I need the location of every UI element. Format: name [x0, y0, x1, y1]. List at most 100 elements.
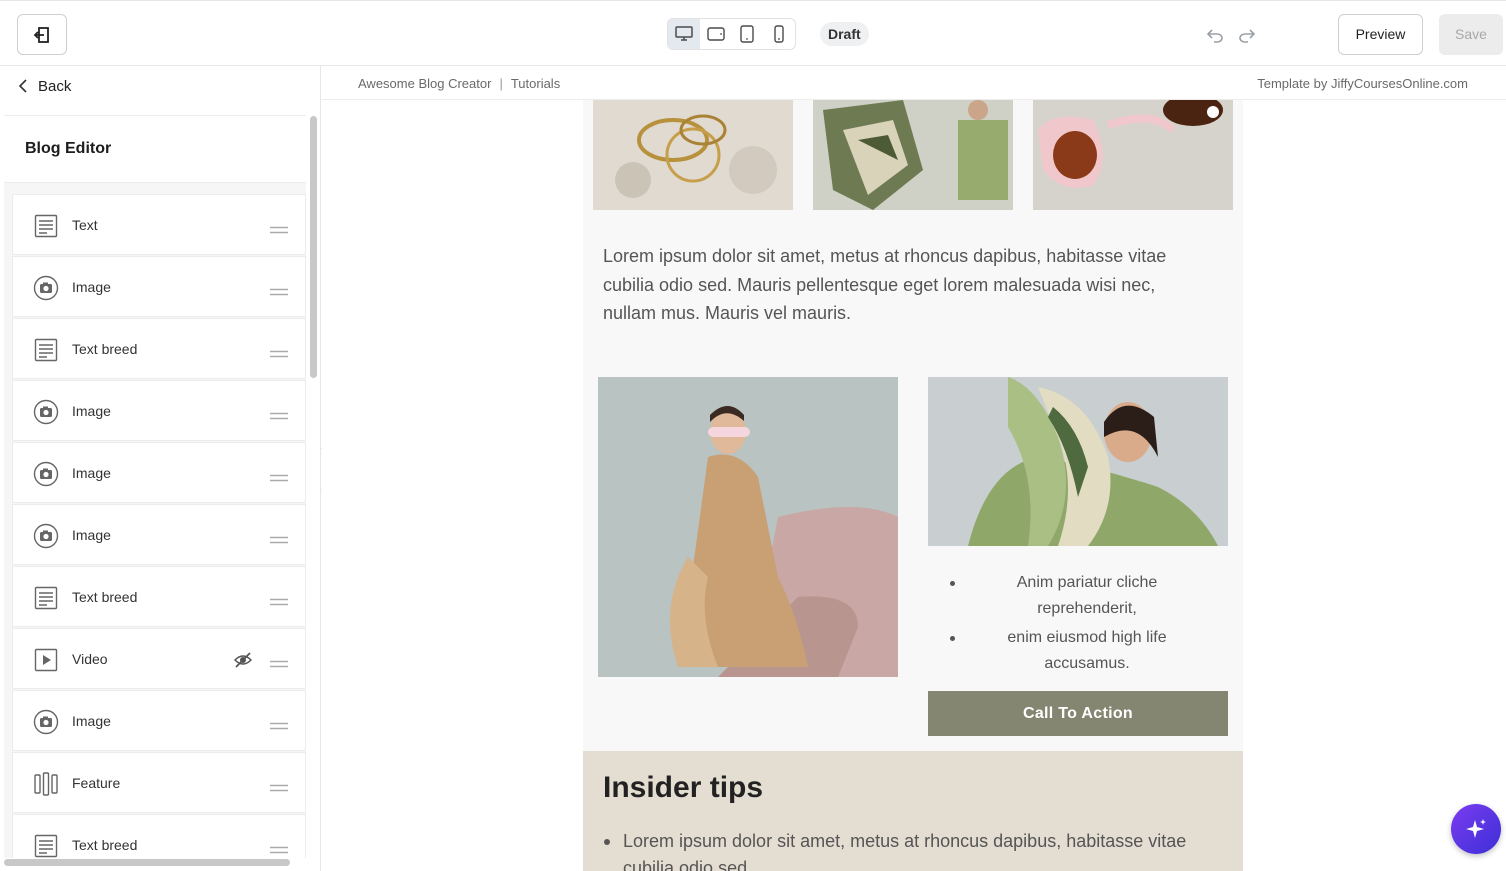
block-item[interactable]: Image — [12, 256, 306, 317]
block-item[interactable]: Image — [12, 504, 306, 565]
bullet-icon — [950, 581, 955, 586]
call-to-action-button[interactable]: Call To Action — [928, 691, 1228, 736]
camera-icon — [33, 275, 59, 301]
drag-handle-icon[interactable] — [270, 655, 288, 668]
text-block-icon — [33, 213, 59, 239]
section-heading[interactable]: Insider tips — [603, 771, 763, 805]
drag-handle-icon[interactable] — [270, 779, 288, 792]
block-label: Text breed — [72, 589, 138, 605]
sunglasses-image[interactable] — [1033, 100, 1233, 210]
tablet-portrait-view-button[interactable] — [732, 19, 764, 49]
tablet-landscape-icon — [706, 27, 725, 41]
camera-icon — [33, 461, 59, 487]
exit-icon — [33, 26, 49, 43]
text-block-icon — [33, 833, 59, 858]
block-label: Text — [72, 217, 98, 233]
redo-icon — [1239, 29, 1256, 43]
canvas-header: Awesome Blog Creator | Tutorials Templat… — [322, 66, 1506, 100]
block-item[interactable]: Text — [12, 194, 306, 255]
trench-coat-photo — [598, 377, 898, 677]
block-label: Feature — [72, 775, 121, 791]
breadcrumb-item[interactable]: Awesome Blog Creator — [358, 76, 491, 91]
block-item[interactable]: Text breed — [12, 318, 306, 379]
device-switcher — [667, 18, 796, 50]
drag-handle-icon[interactable] — [270, 717, 288, 730]
scarf-image[interactable] — [813, 100, 1013, 210]
block-item[interactable]: Image — [12, 380, 306, 441]
video-icon — [33, 647, 59, 673]
undo-icon — [1206, 29, 1223, 43]
list-item[interactable]: enim eiusmod high life accusamus. — [928, 625, 1228, 676]
block-list: Text Image Text breed Image Image Image Text b… — [4, 183, 306, 858]
bullet-icon — [950, 636, 955, 641]
list-item[interactable]: Anim pariatur cliche reprehenderit, — [928, 570, 1228, 621]
tablet-portrait-icon — [740, 25, 755, 43]
block-item[interactable]: Text breed — [12, 566, 306, 627]
sparkle-icon — [1466, 819, 1486, 838]
drag-handle-icon[interactable] — [270, 593, 288, 606]
undo-button[interactable] — [1205, 25, 1225, 45]
drag-handle-icon[interactable] — [270, 841, 288, 854]
drag-handle-icon[interactable] — [270, 531, 288, 544]
preview-button[interactable]: Preview — [1338, 14, 1423, 55]
drag-handle-icon[interactable] — [270, 407, 288, 420]
drag-handle-icon[interactable] — [270, 469, 288, 482]
block-item[interactable]: Image — [12, 690, 306, 751]
back-label: Back — [38, 77, 72, 95]
sidebar-vertical-scrollbar[interactable] — [310, 116, 317, 378]
feature-bullets: Anim pariatur cliche reprehenderit, enim… — [928, 570, 1228, 680]
block-label: Text breed — [72, 837, 138, 853]
drag-handle-icon[interactable] — [270, 221, 288, 234]
camera-icon — [33, 523, 59, 549]
list-item-text: Lorem ipsum dolor sit amet, metus at rho… — [623, 831, 1187, 871]
sidebar: Back Blog Editor Text Image Text breed Imag… — [0, 66, 321, 871]
breadcrumb-item[interactable]: Tutorials — [511, 76, 560, 91]
drag-handle-icon[interactable] — [270, 283, 288, 296]
block-item[interactable]: Text breed — [12, 814, 306, 858]
block-label: Image — [72, 527, 111, 543]
drag-handle-icon[interactable] — [270, 345, 288, 358]
columns-icon — [33, 771, 59, 797]
block-label: Image — [72, 465, 111, 481]
mobile-view-button[interactable] — [763, 19, 795, 49]
list-item[interactable]: Lorem ipsum dolor sit amet, metus at rho… — [604, 828, 1203, 871]
desktop-view-button[interactable] — [668, 19, 700, 49]
breadcrumb-separator: | — [499, 76, 503, 91]
block-item[interactable]: Feature — [12, 752, 306, 813]
bullet-icon — [604, 839, 610, 845]
camera-icon — [33, 399, 59, 425]
save-button[interactable]: Save — [1439, 14, 1503, 55]
scarf-photo — [813, 100, 1013, 210]
sunglasses-photo — [1033, 100, 1233, 210]
tablet-landscape-view-button[interactable] — [700, 19, 732, 49]
breadcrumb: Awesome Blog Creator | Tutorials — [358, 76, 560, 91]
text-block-icon — [33, 337, 59, 363]
camera-icon — [33, 709, 59, 735]
top-toolbar: Draft Preview Save — [0, 0, 1506, 66]
block-label: Image — [72, 279, 111, 295]
ai-assistant-button[interactable] — [1451, 804, 1501, 854]
back-link[interactable]: Back — [18, 76, 71, 96]
green-outfit-image[interactable] — [928, 377, 1228, 546]
block-item[interactable]: Image — [12, 442, 306, 503]
status-badge: Draft — [820, 22, 869, 46]
block-label: Image — [72, 713, 111, 729]
sidebar-horizontal-scrollbar[interactable] — [4, 859, 290, 866]
redo-button[interactable] — [1237, 25, 1257, 45]
rings-image[interactable] — [593, 100, 793, 210]
blog-page: Lorem ipsum dolor sit amet, metus at rho… — [583, 100, 1243, 871]
block-label: Video — [72, 651, 108, 667]
exit-editor-button[interactable] — [17, 14, 67, 55]
trench-coat-image[interactable] — [598, 377, 898, 677]
green-outfit-photo — [928, 377, 1228, 546]
desktop-icon — [675, 26, 693, 41]
editor-canvas: Awesome Blog Creator | Tutorials Templat… — [322, 66, 1506, 871]
rings-photo — [593, 100, 793, 210]
eye-off-icon[interactable] — [233, 650, 253, 670]
text-block-icon — [33, 585, 59, 611]
block-label: Image — [72, 403, 111, 419]
mobile-icon — [774, 25, 784, 43]
body-paragraph[interactable]: Lorem ipsum dolor sit amet, metus at rho… — [603, 242, 1213, 328]
block-item[interactable]: Video — [12, 628, 306, 689]
list-item-text: Anim pariatur cliche reprehenderit, — [1016, 574, 1158, 617]
